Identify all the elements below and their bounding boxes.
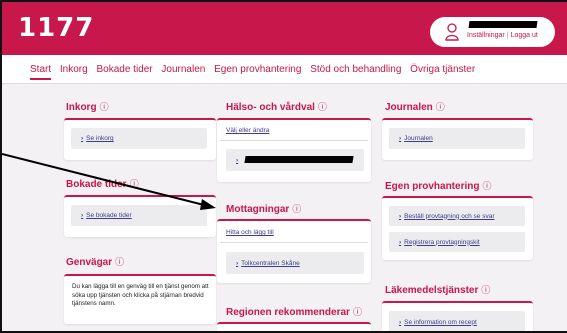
link-separator: | bbox=[506, 32, 509, 39]
egen-heading: Egen provhantering ⓘ bbox=[385, 179, 491, 192]
mottagningar-heading: Mottagningar ⓘ bbox=[226, 202, 301, 215]
regionen-heading: Regionen rekommenderar ⓘ bbox=[226, 305, 362, 318]
redacted-vardcentral bbox=[244, 156, 354, 163]
chevron-right-icon: › bbox=[236, 156, 239, 164]
registrera-provtagningskit-link[interactable]: › Registrera provtagningskit bbox=[389, 232, 525, 252]
inkorg-heading: Inkorg ⓘ bbox=[66, 100, 109, 113]
info-icon[interactable]: ⓘ bbox=[130, 179, 139, 189]
chevron-right-icon: › bbox=[399, 135, 402, 142]
journalen-title: Journalen bbox=[385, 102, 433, 113]
regionen-card bbox=[217, 322, 371, 331]
info-icon[interactable]: ⓘ bbox=[100, 102, 109, 112]
main-nav: Start Inkorg Bokade tider Journalen Egen… bbox=[30, 64, 481, 80]
egen-title: Egen provhantering bbox=[385, 181, 480, 192]
card-divider bbox=[220, 242, 368, 243]
nav-item-journalen[interactable]: Journalen bbox=[161, 64, 205, 75]
valj-eller-andra-link[interactable]: Välj eller ändra bbox=[226, 127, 269, 134]
nav-item-bokade-tider[interactable]: Bokade tider bbox=[96, 64, 152, 75]
nav-item-ovriga-tjanster[interactable]: Övriga tjänster bbox=[410, 64, 475, 75]
info-icon[interactable]: ⓘ bbox=[292, 204, 301, 214]
chevron-right-icon: › bbox=[236, 259, 239, 267]
se-information-om-recept-label: Se information om recept bbox=[404, 318, 477, 326]
bestall-provtagning-link[interactable]: › Beställ provtagning och se svar bbox=[389, 206, 525, 226]
info-icon[interactable]: ⓘ bbox=[482, 181, 491, 191]
settings-link[interactable]: Inställningar bbox=[467, 32, 505, 39]
app-frame: 1177 Inställningar | Logga ut Start Inkorg… bbox=[0, 0, 567, 333]
genvagar-heading: Genvägar ⓘ bbox=[66, 255, 124, 268]
se-bokade-tider-label: Se bokade tider bbox=[86, 212, 132, 219]
journalen-label: Journalen bbox=[404, 135, 433, 142]
info-icon[interactable]: ⓘ bbox=[115, 257, 124, 267]
genvagar-title: Genvägar bbox=[66, 257, 113, 268]
chevron-right-icon: › bbox=[81, 212, 84, 219]
info-icon[interactable]: ⓘ bbox=[353, 307, 362, 317]
nav-item-stod-och-behandling[interactable]: Stöd och behandling bbox=[310, 64, 401, 75]
bokade-heading: Bokade tider ⓘ bbox=[66, 177, 139, 190]
lakemedel-heading: Läkemedelstjänster ⓘ bbox=[385, 283, 490, 296]
regionen-title: Regionen rekommenderar bbox=[226, 307, 350, 318]
card-divider bbox=[220, 140, 368, 141]
tolkcentralen-link[interactable]: › Tolkcentralen Skåne bbox=[226, 252, 364, 274]
halso-title: Hälso- och vårdval bbox=[226, 102, 315, 113]
chevron-right-icon: › bbox=[399, 238, 402, 246]
logout-link[interactable]: Logga ut bbox=[511, 32, 538, 39]
info-icon[interactable]: ⓘ bbox=[481, 285, 490, 295]
journalen-link[interactable]: › Journalen bbox=[389, 128, 525, 149]
se-bokade-tider-link[interactable]: › Se bokade tider bbox=[71, 205, 207, 226]
info-icon[interactable]: ⓘ bbox=[436, 102, 445, 112]
chevron-right-icon: › bbox=[399, 212, 402, 220]
logo-1177[interactable]: 1177 bbox=[18, 13, 94, 43]
header-bar: 1177 Inställningar | Logga ut bbox=[2, 2, 567, 55]
se-inkorg-link[interactable]: › Se inkorg bbox=[71, 128, 207, 149]
lakemedel-title: Läkemedelstjänster bbox=[385, 285, 479, 296]
hitta-och-lagg-till-link[interactable]: Hitta och lägg till bbox=[226, 229, 274, 236]
nav-item-start[interactable]: Start bbox=[30, 64, 52, 80]
journalen-heading: Journalen ⓘ bbox=[385, 100, 445, 113]
tolkcentralen-label: Tolkcentralen Skåne bbox=[241, 259, 300, 267]
mottagningar-title: Mottagningar bbox=[226, 204, 290, 215]
info-icon[interactable]: ⓘ bbox=[318, 102, 327, 112]
chevron-right-icon: › bbox=[399, 318, 402, 326]
bestall-provtagning-label: Beställ provtagning och se svar bbox=[404, 212, 495, 220]
chevron-right-icon: › bbox=[81, 135, 84, 142]
user-links: Inställningar | Logga ut bbox=[467, 32, 538, 39]
user-name-redacted bbox=[468, 21, 538, 28]
nav-item-inkorg[interactable]: Inkorg bbox=[60, 64, 88, 75]
se-information-om-recept-link[interactable]: › Se information om recept bbox=[389, 311, 525, 331]
registrera-provtagningskit-label: Registrera provtagningskit bbox=[404, 238, 480, 246]
user-menu[interactable]: Inställningar | Logga ut bbox=[430, 17, 555, 47]
halso-heading: Hälso- och vårdval ⓘ bbox=[226, 100, 327, 113]
user-icon bbox=[445, 23, 459, 41]
genvagar-text: Du kan lägga till en genväg till en tjän… bbox=[72, 283, 209, 307]
inkorg-title: Inkorg bbox=[66, 102, 97, 113]
bokade-title: Bokade tider bbox=[66, 179, 127, 190]
nav-item-egen-provhantering[interactable]: Egen provhantering bbox=[214, 64, 301, 75]
se-inkorg-label: Se inkorg bbox=[86, 135, 114, 142]
